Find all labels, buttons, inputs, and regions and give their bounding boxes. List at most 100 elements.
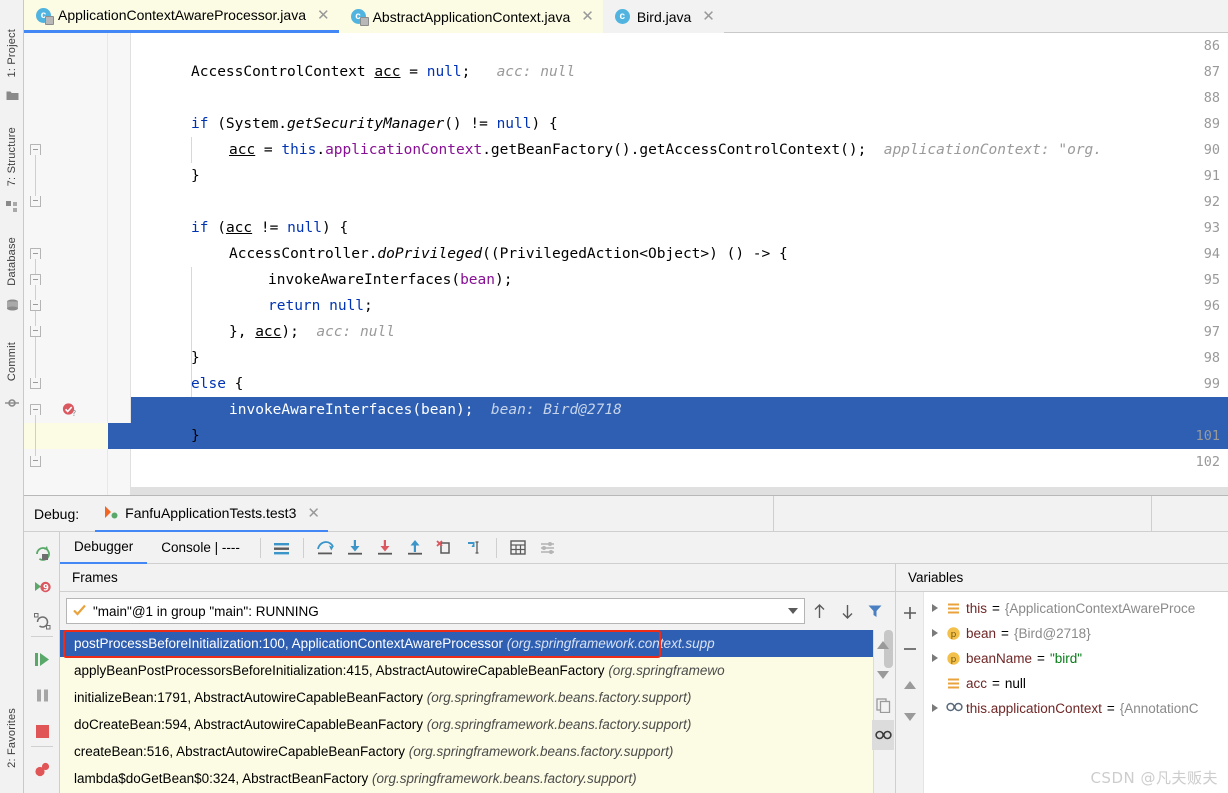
- fold-marker[interactable]: [30, 456, 41, 467]
- tab-bird[interactable]: c Bird.java ✕: [602, 0, 724, 33]
- code-lines[interactable]: AccessControlContext acc = null; acc: nu…: [131, 33, 1228, 495]
- expand-chevron-icon[interactable]: [930, 703, 941, 714]
- pause-program-button[interactable]: [24, 678, 60, 712]
- thread-combo-box[interactable]: "main"@1 in group "main": RUNNING: [66, 598, 805, 624]
- chevron-down-icon[interactable]: [788, 608, 798, 614]
- watch-up-button[interactable]: [896, 670, 924, 700]
- stack-frame-row[interactable]: applyBeanPostProcessorsBeforeInitializat…: [60, 657, 873, 684]
- run-to-cursor-button[interactable]: [460, 535, 490, 561]
- tab-label: Bird.java: [636, 8, 692, 25]
- stack-frame-method: createBean:516, AbstractAutowireCapableB…: [74, 744, 409, 759]
- debug-action-rail: 9: [24, 532, 60, 793]
- expand-chevron-icon[interactable]: [930, 603, 941, 614]
- show-execution-point-button[interactable]: [267, 535, 297, 561]
- code-line-93: if (acc != null) {: [191, 220, 349, 236]
- close-icon[interactable]: ✕: [307, 506, 320, 521]
- remove-watch-button[interactable]: [896, 634, 924, 664]
- code-line-90: acc = this.applicationContext.getBeanFac…: [229, 142, 1103, 158]
- watermark-text: CSDN @凡夫贩夫: [1090, 769, 1218, 787]
- fold-marker[interactable]: [30, 248, 41, 259]
- tab-console[interactable]: Console | ----: [147, 532, 254, 564]
- frames-up-button[interactable]: [805, 598, 833, 624]
- rerun-failed-button[interactable]: 9: [24, 570, 60, 604]
- debug-title-bar: Debug: FanfuApplicationTests.test3 ✕: [24, 496, 1228, 533]
- breakpoint-question-icon[interactable]: ?: [62, 402, 77, 418]
- run-configuration-tab[interactable]: FanfuApplicationTests.test3 ✕: [95, 497, 328, 533]
- debug-sub-tabs: Debugger Console | ----: [60, 532, 1228, 564]
- evaluate-expression-button[interactable]: [503, 535, 533, 561]
- drop-frame-button[interactable]: [430, 535, 460, 561]
- close-icon[interactable]: ✕: [317, 8, 330, 23]
- add-watch-button[interactable]: [896, 598, 924, 628]
- tab-debugger[interactable]: Debugger: [60, 532, 148, 564]
- run-config-label: FanfuApplicationTests.test3: [125, 505, 297, 521]
- stack-frame-row[interactable]: initializeBean:1791, AbstractAutowireCap…: [60, 684, 873, 711]
- sidebar-item-structure[interactable]: 7: Structure: [0, 118, 24, 196]
- fold-marker[interactable]: [30, 196, 41, 207]
- code-editor[interactable]: 86 87 88 89 90 91 92 93 94 95 96 97 98 9…: [24, 33, 1228, 495]
- settings-sliders-button[interactable]: [533, 535, 563, 561]
- tab-application-context-aware-processor[interactable]: c ApplicationContextAwareProcessor.java …: [24, 0, 339, 33]
- variable-name: acc: [966, 676, 988, 691]
- variable-row[interactable]: acc = null: [924, 671, 1228, 696]
- frames-down-button[interactable]: [833, 598, 861, 624]
- sidebar-item-project-label: 1: Project: [6, 28, 18, 78]
- stack-frame-method: lambda$doGetBean$0:324, AbstractBeanFact…: [74, 771, 372, 786]
- step-out-button[interactable]: [400, 535, 430, 561]
- expand-chevron-icon[interactable]: [930, 653, 941, 664]
- step-over-button[interactable]: [310, 535, 340, 561]
- fold-marker[interactable]: [30, 404, 41, 415]
- sidebar-item-structure-label: 7: Structure: [6, 127, 18, 187]
- variable-row[interactable]: this = {ApplicationContextAwareProce: [924, 596, 1228, 621]
- variable-row[interactable]: p beanName = "bird": [924, 646, 1228, 671]
- stack-frame-row[interactable]: doCreateBean:594, AbstractAutowireCapabl…: [60, 711, 873, 738]
- copy-stack-button[interactable]: [872, 690, 894, 720]
- editor-scroll-shade: [131, 487, 1228, 495]
- sidebar-item-favorites[interactable]: 2: Favorites: [0, 700, 24, 776]
- tab-abstract-application-context[interactable]: c AbstractApplicationContext.java ✕: [338, 0, 603, 33]
- fold-marker[interactable]: [30, 300, 41, 311]
- variable-name: beanName: [966, 651, 1033, 666]
- variable-value: "bird": [1049, 651, 1083, 666]
- stack-frame-package: (org.springframework.beans.factory.suppo…: [371, 771, 637, 786]
- sidebar-item-database[interactable]: Database: [0, 228, 24, 294]
- code-line-89: if (System.getSecurityManager() != null)…: [191, 116, 558, 132]
- stack-scroll-down-button[interactable]: [872, 660, 894, 690]
- view-breakpoints-button[interactable]: [24, 752, 60, 786]
- rerun-button[interactable]: [24, 536, 60, 570]
- close-icon[interactable]: ✕: [702, 9, 715, 24]
- stack-frame-method: applyBeanPostProcessorsBeforeInitializat…: [74, 663, 609, 678]
- stack-frame-row[interactable]: postProcessBeforeInitialization:100, App…: [60, 630, 873, 657]
- mute-renderers-button[interactable]: [872, 720, 894, 750]
- force-step-into-button[interactable]: [370, 535, 400, 561]
- variables-list[interactable]: this = {ApplicationContextAwareProce p b…: [924, 592, 1228, 793]
- call-stack-list[interactable]: postProcessBeforeInitialization:100, App…: [60, 630, 873, 793]
- debug-tool-window: Debug: FanfuApplicationTests.test3 ✕ 9 D…: [24, 495, 1228, 793]
- resume-program-button[interactable]: [24, 642, 60, 676]
- close-icon[interactable]: ✕: [581, 9, 594, 24]
- frames-filter-button[interactable]: [861, 598, 889, 624]
- fold-marker[interactable]: [30, 144, 41, 155]
- stack-side-buttons: [872, 630, 896, 750]
- variable-row[interactable]: p bean = {Bird@2718}: [924, 621, 1228, 646]
- sidebar-item-commit[interactable]: Commit: [0, 332, 24, 392]
- fold-marker[interactable]: [30, 274, 41, 285]
- variables-pane: Variables this = {ApplicationContextAwar…: [896, 564, 1228, 793]
- code-line-87: AccessControlContext acc = null; acc: nu…: [191, 64, 576, 80]
- fold-marker[interactable]: [30, 326, 41, 337]
- variable-row[interactable]: this.applicationContext = {AnnotationC: [924, 696, 1228, 721]
- expand-chevron-icon[interactable]: [930, 628, 941, 639]
- stop-button[interactable]: [24, 714, 60, 748]
- fold-marker[interactable]: [30, 378, 41, 389]
- restart-debugger-button[interactable]: [24, 604, 60, 638]
- editor-tab-bar: c ApplicationContextAwareProcessor.java …: [24, 0, 1228, 33]
- stack-frame-row[interactable]: createBean:516, AbstractAutowireCapableB…: [60, 738, 873, 765]
- stack-scroll-up-button[interactable]: [872, 630, 894, 660]
- watch-down-button[interactable]: [896, 702, 924, 732]
- sidebar-item-project[interactable]: 1: Project: [0, 22, 24, 84]
- execution-gutter-highlight: [24, 423, 108, 449]
- step-into-button[interactable]: [340, 535, 370, 561]
- debug-label: Debug:: [34, 505, 80, 522]
- java-class-icon: c: [36, 7, 54, 25]
- stack-frame-row[interactable]: lambda$doGetBean$0:324, AbstractBeanFact…: [60, 765, 873, 792]
